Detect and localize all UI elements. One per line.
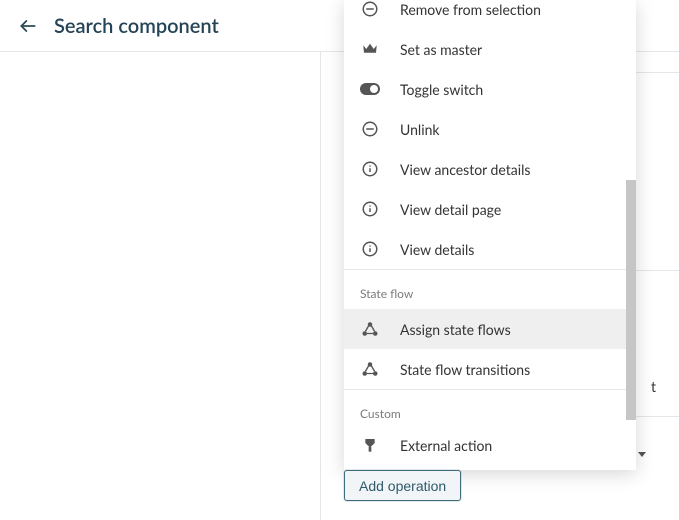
- menu-item-view-ancestor-details[interactable]: View ancestor details: [344, 149, 636, 189]
- button-label: Add operation: [359, 478, 446, 494]
- menu-item-external-action[interactable]: External action: [344, 429, 636, 461]
- external-action-icon: [360, 435, 380, 455]
- divider: [636, 72, 679, 73]
- stateflow-icon: [360, 319, 380, 339]
- menu-item-assign-state-flows[interactable]: Assign state flows: [344, 309, 636, 349]
- menu-item-label: Set as master: [400, 41, 482, 58]
- info-icon: [360, 199, 380, 219]
- operation-menu-panel: Remove from selection Set as master Togg…: [344, 0, 636, 470]
- add-operation-button[interactable]: Add operation: [344, 470, 461, 501]
- menu-section-stateflow: State flow: [344, 269, 636, 309]
- remove-icon: [360, 0, 380, 19]
- back-button[interactable]: [16, 14, 40, 38]
- menu-item-label: View details: [400, 241, 474, 258]
- menu-item-label: View detail page: [400, 201, 501, 218]
- divider: [636, 270, 679, 271]
- menu-item-set-as-master[interactable]: Set as master: [344, 29, 636, 69]
- menu-item-toggle-switch[interactable]: Toggle switch: [344, 69, 636, 109]
- menu-item-label: External action: [400, 437, 492, 454]
- cropped-text: t: [651, 378, 656, 395]
- chevron-down-icon[interactable]: [638, 452, 646, 457]
- scrollbar-thumb[interactable]: [626, 180, 636, 420]
- divider: [636, 416, 679, 417]
- menu-item-state-flow-transitions[interactable]: State flow transitions: [344, 349, 636, 389]
- info-icon: [360, 159, 380, 179]
- stateflow-icon: [360, 359, 380, 379]
- vertical-divider: [320, 52, 321, 520]
- arrow-left-icon: [18, 16, 38, 36]
- menu-section-custom: Custom: [344, 389, 636, 429]
- unlink-icon: [360, 119, 380, 139]
- menu-item-label: View ancestor details: [400, 161, 530, 178]
- info-icon: [360, 239, 380, 259]
- menu-item-unlink[interactable]: Unlink: [344, 109, 636, 149]
- menu-item-label: Assign state flows: [400, 321, 511, 338]
- menu-item-view-detail-page[interactable]: View detail page: [344, 189, 636, 229]
- menu-item-remove-from-selection[interactable]: Remove from selection: [344, 0, 636, 29]
- menu-scroll-area: Remove from selection Set as master Togg…: [344, 0, 636, 470]
- menu-item-label: State flow transitions: [400, 361, 530, 378]
- menu-item-label: Remove from selection: [400, 1, 541, 18]
- menu-item-label: Unlink: [400, 121, 440, 138]
- menu-item-view-details[interactable]: View details: [344, 229, 636, 269]
- menu-item-label: Toggle switch: [400, 81, 483, 98]
- toggle-icon: [360, 79, 380, 99]
- crown-icon: [360, 39, 380, 59]
- page-title: Search component: [54, 14, 219, 38]
